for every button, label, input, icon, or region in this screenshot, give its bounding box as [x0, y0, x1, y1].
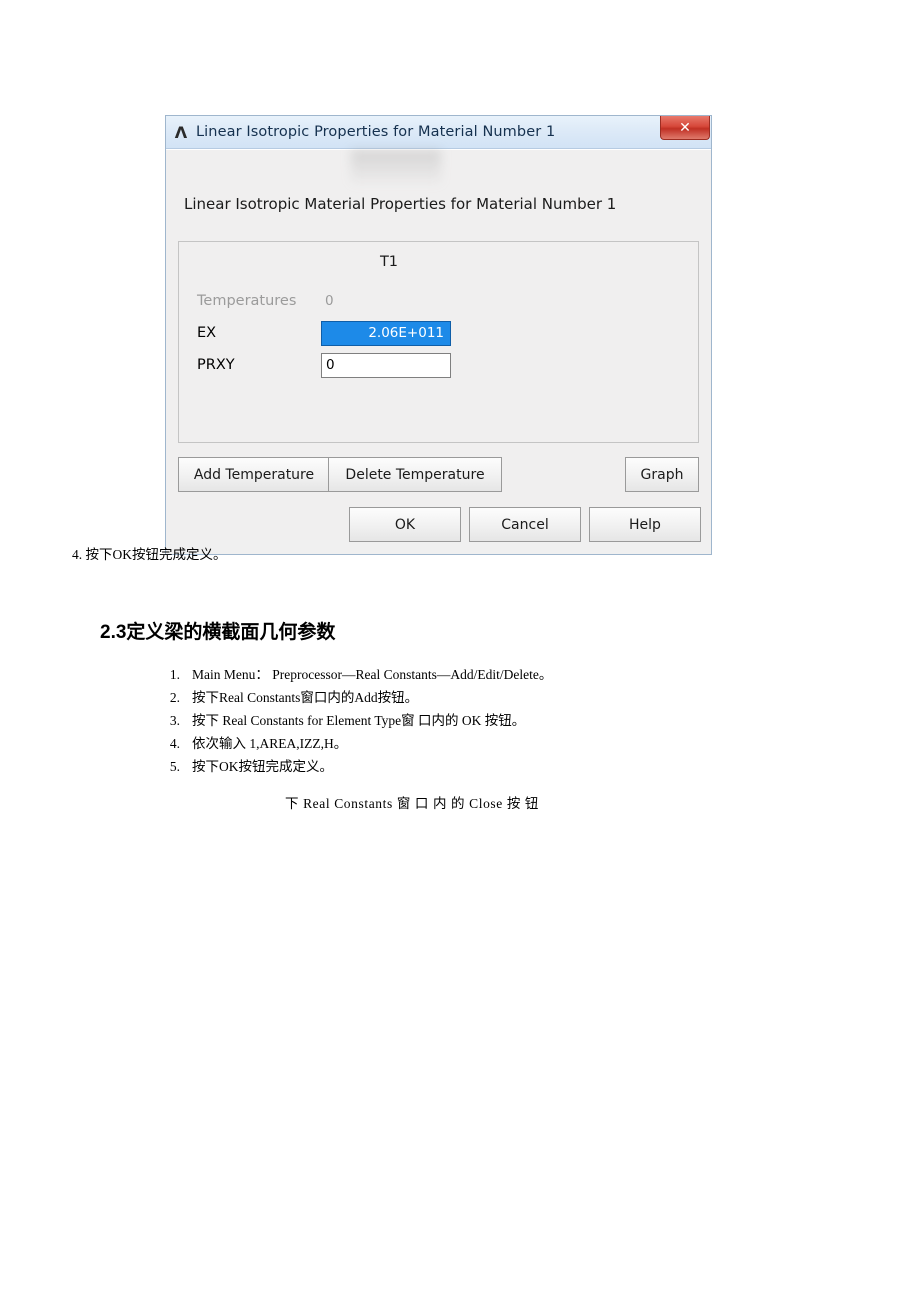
list-item: 2. 按下Real Constants窗口内的Add按钮。: [152, 688, 852, 709]
graph-button[interactable]: Graph: [625, 457, 699, 492]
ansys-lambda-icon: Λ: [174, 122, 188, 142]
temperature-button-row: Add Temperature Delete Temperature Graph: [178, 457, 699, 492]
dialog-heading: Linear Isotropic Material Properties for…: [184, 195, 617, 213]
prxy-value-field[interactable]: 0: [321, 352, 451, 378]
row-label-temperatures: Temperatures: [197, 293, 297, 309]
list-item-number: 1.: [169, 667, 180, 682]
list-item-text: 按下OK按钮完成定义。: [192, 759, 333, 774]
delete-temperature-button[interactable]: Delete Temperature: [328, 457, 502, 492]
cancel-button[interactable]: Cancel: [469, 507, 581, 542]
list-item-number: 2.: [169, 690, 180, 705]
list-item-number: 5.: [169, 759, 180, 774]
column-header-t1: T1: [379, 254, 399, 270]
add-temperature-button[interactable]: Add Temperature: [178, 457, 330, 492]
close-icon[interactable]: ✕: [660, 116, 710, 140]
steps-list: 1. Main Menu： Preprocessor—Real Constant…: [152, 665, 852, 780]
list-item-number: 3.: [169, 713, 180, 728]
list-item-text: Main Menu： Preprocessor—Real Constants—A…: [192, 667, 553, 682]
row-label-prxy: PRXY: [197, 357, 235, 373]
figure-caption: 4. 按下OK按钮完成定义。: [72, 547, 227, 562]
list-item: 4. 依次输入 1,AREA,IZZ,H。: [152, 734, 852, 755]
list-item-number: 4.: [169, 736, 180, 751]
list-item-text: 按下Real Constants窗口内的Add按钮。: [192, 690, 419, 705]
row-label-ex: EX: [197, 325, 217, 341]
table-row: EX 2.06E+011: [179, 318, 698, 348]
dialog-body: Linear Isotropic Material Properties for…: [166, 149, 711, 542]
list-item: 3. 按下 Real Constants for Element Type窗 口…: [152, 711, 852, 732]
table-row: Temperatures 0: [179, 286, 698, 316]
ok-button[interactable]: OK: [349, 507, 461, 542]
list-item-text: 依次输入 1,AREA,IZZ,H。: [192, 736, 348, 751]
dialog-title: Linear Isotropic Properties for Material…: [196, 124, 556, 140]
list-item: 5. 按下OK按钮完成定义。: [152, 757, 852, 778]
table-row: PRXY 0: [179, 350, 698, 380]
ex-value-field[interactable]: 2.06E+011: [321, 320, 451, 346]
dialog-titlebar: Λ Linear Isotropic Properties for Materi…: [166, 116, 711, 149]
dialog-action-row: OK Cancel Help: [178, 507, 701, 542]
list-item: 1. Main Menu： Preprocessor—Real Constant…: [152, 665, 852, 686]
linear-isotropic-properties-dialog: Λ Linear Isotropic Properties for Materi…: [165, 115, 712, 555]
section-heading: 2.3定义梁的横截面几何参数: [100, 622, 336, 643]
material-properties-table: T1 Temperatures 0 EX 2.06E+011 PRXY 0: [178, 241, 699, 443]
list-item-text: 按下 Real Constants for Element Type窗 口内的 …: [192, 713, 526, 728]
help-button[interactable]: Help: [589, 507, 701, 542]
temperatures-value: 0: [321, 288, 451, 314]
trailing-text: 下 Real Constants 窗 口 内 的 Close 按 钮: [285, 796, 540, 811]
